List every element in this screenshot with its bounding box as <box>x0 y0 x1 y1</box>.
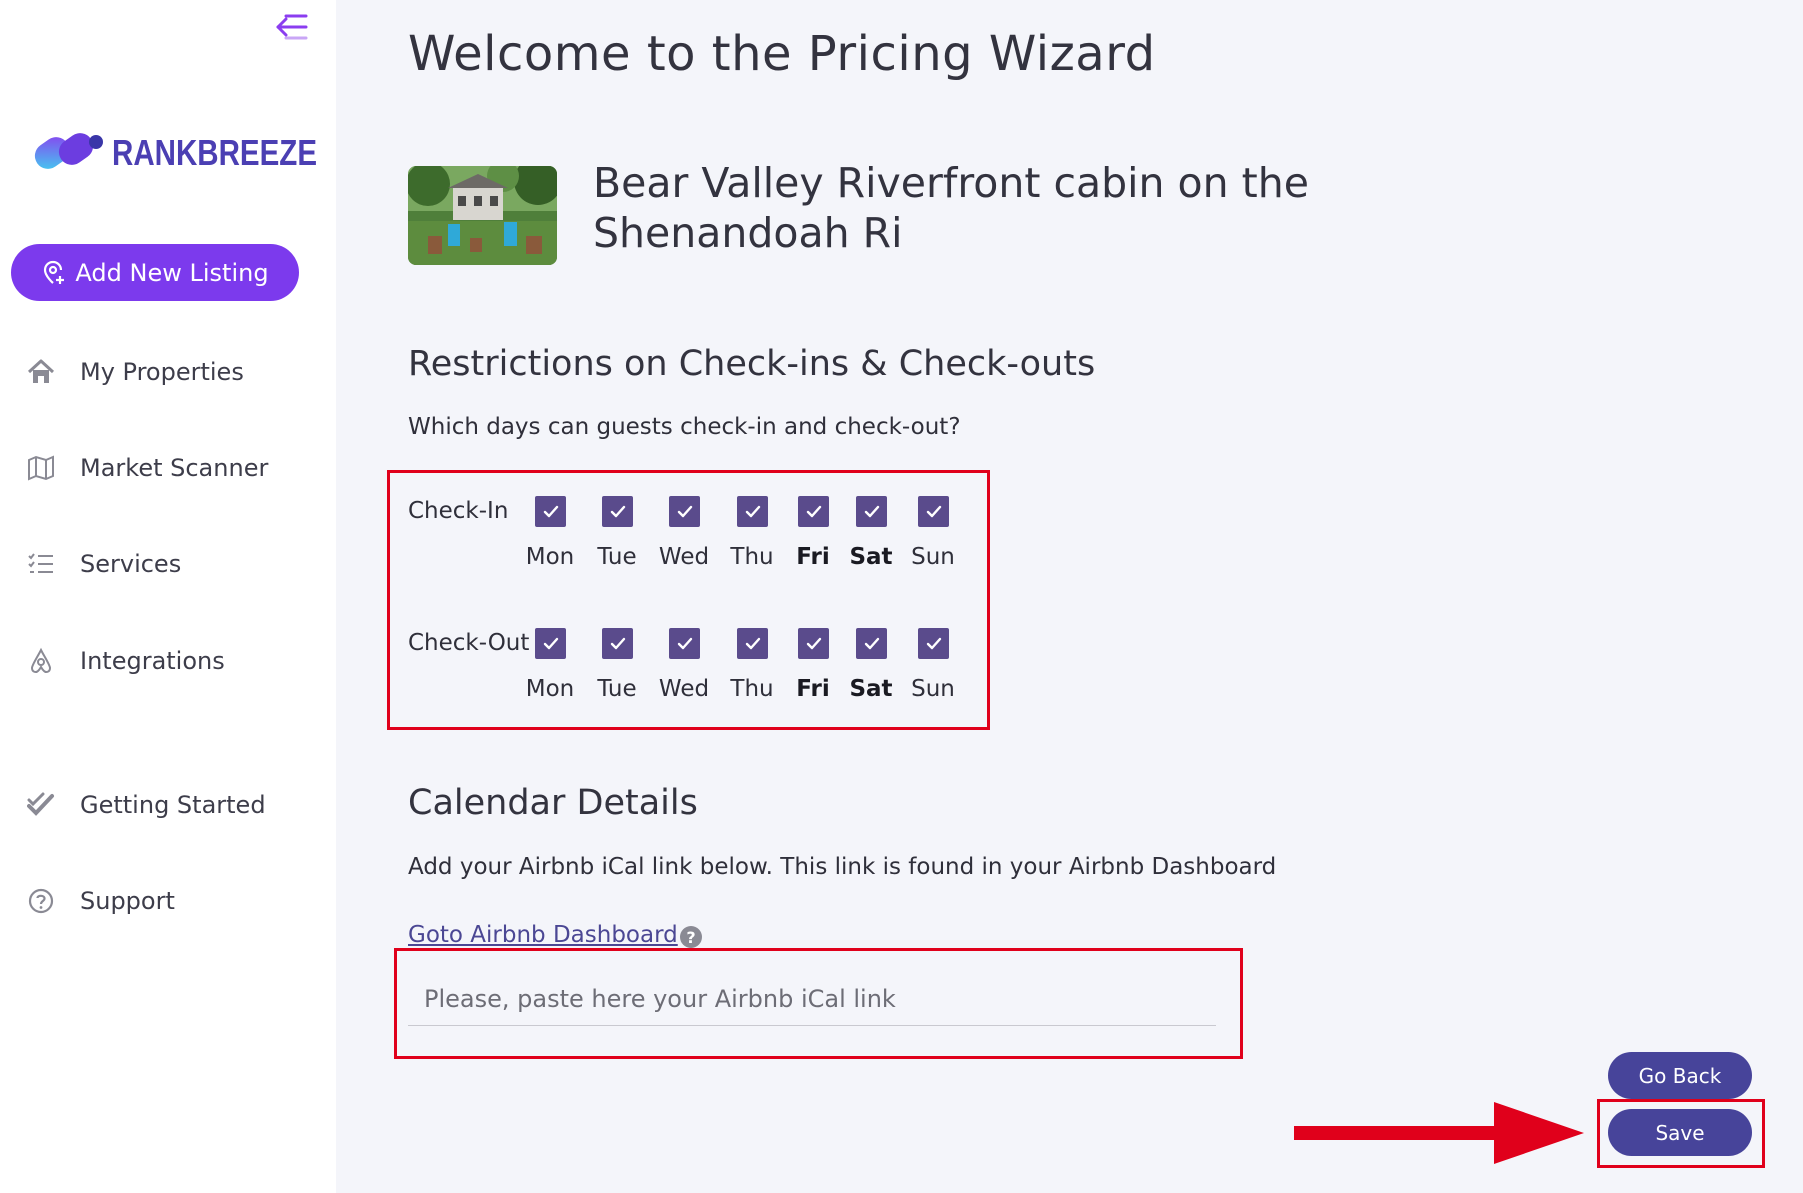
logo-mark-icon <box>34 133 103 169</box>
checkout-day-label: Thu <box>730 676 774 702</box>
checkout-sun-checkbox[interactable] <box>918 628 949 659</box>
collapse-sidebar-icon[interactable] <box>272 10 312 44</box>
sidebar-item-label: My Properties <box>80 358 244 386</box>
checkout-day-label: Tue <box>597 676 637 702</box>
checkin-thu-checkbox[interactable] <box>737 496 768 527</box>
sidebar-item-support[interactable]: Support <box>24 881 324 921</box>
restrictions-heading: Restrictions on Check-ins & Check-outs <box>408 344 1096 384</box>
add-new-listing-label: Add New Listing <box>75 258 269 287</box>
checkin-day-label: Mon <box>525 544 575 570</box>
sidebar-item-my-properties[interactable]: My Properties <box>24 352 324 392</box>
checkmark-icon <box>864 637 879 649</box>
checkout-thu-checkbox[interactable] <box>737 628 768 659</box>
page-title: Welcome to the Pricing Wizard <box>408 26 1156 82</box>
checkout-day-label: Sun <box>911 676 955 702</box>
checkin-day-label: Fri <box>796 544 830 570</box>
checkin-day-label: Thu <box>730 544 774 570</box>
checkin-label: Check-In <box>408 498 509 524</box>
checkin-tue-checkbox[interactable] <box>602 496 633 527</box>
sidebar-item-label: Integrations <box>80 647 225 675</box>
checkmark-icon <box>543 505 558 517</box>
checkmark-icon <box>806 637 821 649</box>
ical-link-input[interactable] <box>408 972 1216 1026</box>
home-icon <box>24 355 58 389</box>
checkin-day-label: Sat <box>849 544 893 570</box>
sidebar-item-label: Getting Started <box>80 791 266 819</box>
checkmark-icon <box>610 505 625 517</box>
go-back-button[interactable]: Go Back <box>1608 1052 1752 1099</box>
checkout-fri-checkbox[interactable] <box>798 628 829 659</box>
checkin-sat-checkbox[interactable] <box>856 496 887 527</box>
checkin-day-label: Tue <box>597 544 637 570</box>
checkmark-icon <box>745 505 760 517</box>
checkmark-icon <box>745 637 760 649</box>
checkout-mon-checkbox[interactable] <box>535 628 566 659</box>
sidebar-item-label: Services <box>80 550 182 578</box>
checkmark-icon <box>610 637 625 649</box>
checkout-day-label: Sat <box>849 676 893 702</box>
checkmark-icon <box>677 505 692 517</box>
listing-thumbnail <box>408 166 557 265</box>
checkout-day-label: Fri <box>796 676 830 702</box>
checkin-day-label: Wed <box>658 544 710 570</box>
checkin-sun-checkbox[interactable] <box>918 496 949 527</box>
checkmark-icon <box>926 505 941 517</box>
add-new-listing-button[interactable]: Add New Listing <box>11 244 299 301</box>
logo-text: RANKBREEZE <box>112 132 318 173</box>
sidebar-item-market-scanner[interactable]: Market Scanner <box>24 448 324 488</box>
list-check-icon <box>24 547 58 581</box>
checkin-wed-checkbox[interactable] <box>669 496 700 527</box>
question-circle-icon <box>24 884 58 918</box>
rankbreeze-logo: RANKBREEZE <box>32 128 317 178</box>
checkmark-icon <box>926 637 941 649</box>
help-icon[interactable]: ? <box>680 926 702 948</box>
checkin-fri-checkbox[interactable] <box>798 496 829 527</box>
checkin-day-label: Sun <box>911 544 955 570</box>
listing-title: Bear Valley Riverfront cabin on the Shen… <box>593 159 1309 257</box>
sidebar-item-label: Market Scanner <box>80 454 269 482</box>
location-plus-icon <box>44 260 65 284</box>
checkout-day-label: Mon <box>525 676 575 702</box>
sidebar: RANKBREEZE Add New Listing My Properties <box>0 0 336 1193</box>
checkmark-icon <box>864 505 879 517</box>
airbnb-icon <box>24 644 58 678</box>
sidebar-item-integrations[interactable]: Integrations <box>24 641 324 681</box>
sidebar-item-services[interactable]: Services <box>24 544 324 584</box>
checkout-tue-checkbox[interactable] <box>602 628 633 659</box>
sidebar-item-label: Support <box>80 887 175 915</box>
checkmark-icon <box>806 505 821 517</box>
calendar-heading: Calendar Details <box>408 783 698 823</box>
calendar-description: Add your Airbnb iCal link below. This li… <box>408 854 1277 880</box>
map-icon <box>24 451 58 485</box>
annotation-arrow-icon <box>1294 1102 1584 1164</box>
restrictions-question: Which days can guests check-in and check… <box>408 414 961 440</box>
checkout-label: Check-Out <box>408 630 530 656</box>
sidebar-item-getting-started[interactable]: Getting Started <box>24 785 324 825</box>
checkin-mon-checkbox[interactable] <box>535 496 566 527</box>
checkout-day-label: Wed <box>658 676 710 702</box>
checkmark-icon <box>677 637 692 649</box>
goto-airbnb-dashboard-link[interactable]: Goto Airbnb Dashboard <box>408 922 678 948</box>
annotation-box-save <box>1597 1099 1765 1168</box>
checkmark-icon <box>543 637 558 649</box>
checkout-wed-checkbox[interactable] <box>669 628 700 659</box>
double-check-icon <box>24 788 58 822</box>
checkout-sat-checkbox[interactable] <box>856 628 887 659</box>
